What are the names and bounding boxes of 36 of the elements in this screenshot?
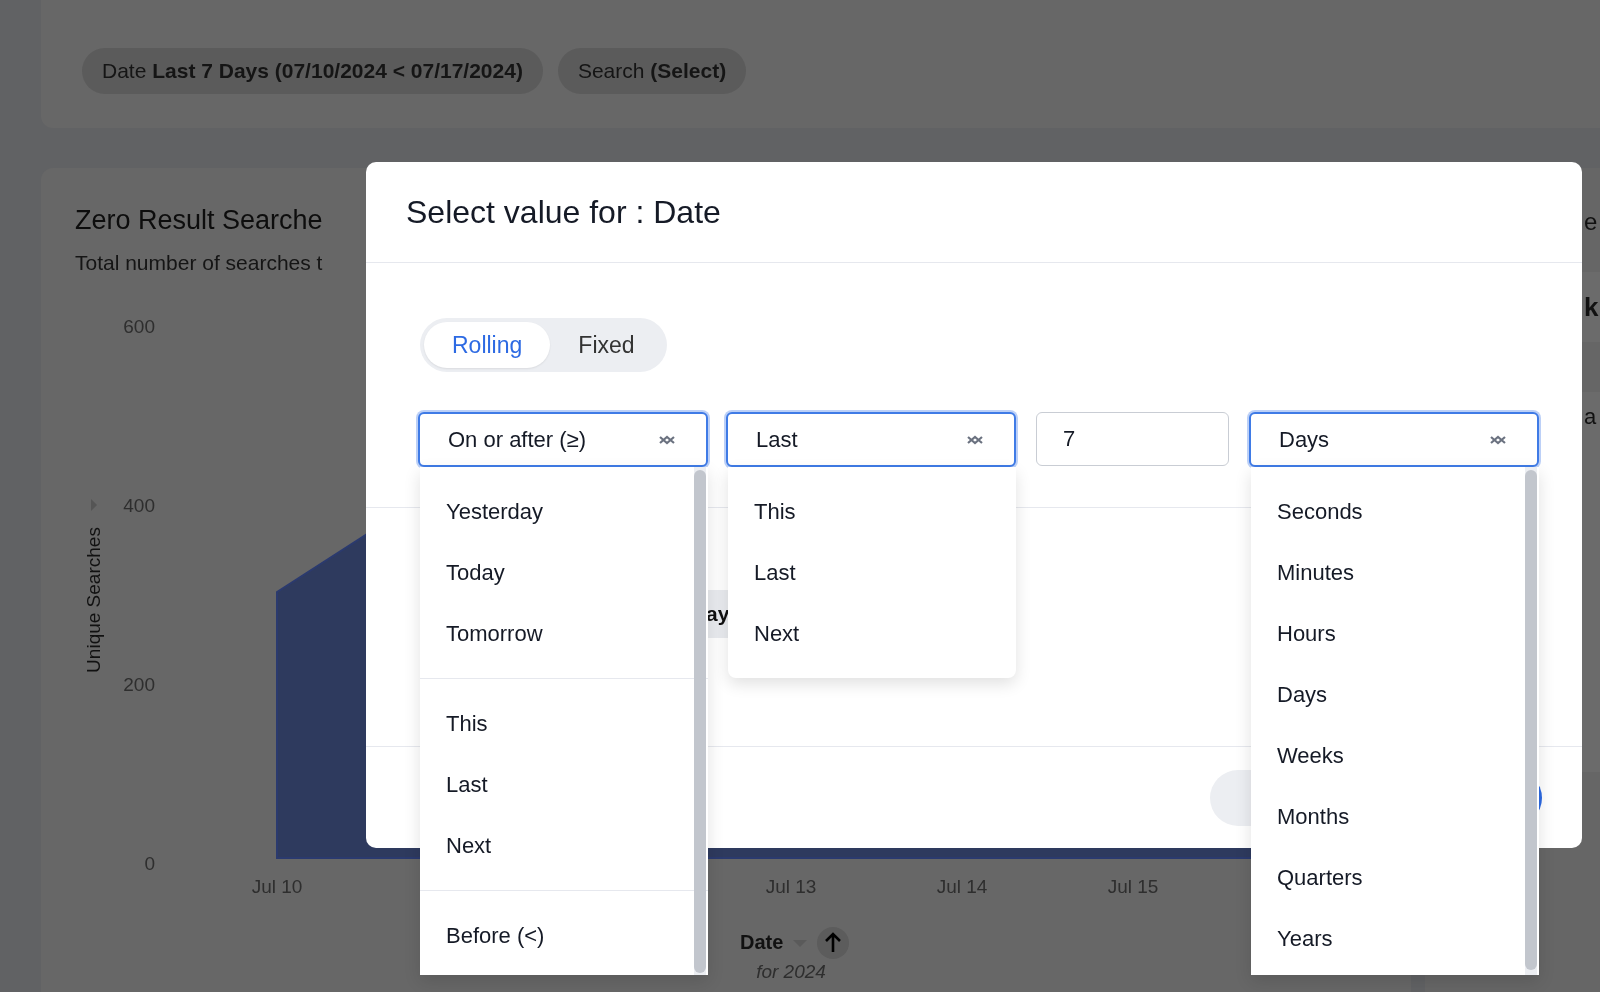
dropdown-option[interactable]: This bbox=[420, 693, 708, 754]
card-subtitle: Total number of searches t bbox=[75, 250, 323, 276]
x-tick-label: Jul 15 bbox=[1107, 876, 1159, 897]
dropdown-option[interactable]: Weeks bbox=[1251, 725, 1539, 786]
mode-tab[interactable]: Fixed bbox=[550, 322, 663, 368]
dropdown-option[interactable]: This bbox=[728, 481, 1016, 542]
dropdown-option[interactable]: Yesterday bbox=[420, 481, 708, 542]
y-tick-label: 200 bbox=[123, 674, 155, 695]
mode-tab[interactable]: Rolling bbox=[424, 322, 551, 368]
select-field[interactable]: On or after (≥) bbox=[418, 412, 708, 467]
dropdown-option[interactable]: Months bbox=[1251, 786, 1539, 847]
stat-value: k bbox=[1584, 291, 1599, 323]
x-tick-label: Jul 14 bbox=[936, 876, 988, 897]
dropdown-option[interactable]: Last bbox=[420, 754, 708, 815]
dropdown-option[interactable]: Quarters bbox=[1251, 847, 1539, 908]
dropdown-option[interactable]: Minutes bbox=[1251, 542, 1539, 603]
select-field[interactable]: Last bbox=[726, 412, 1016, 467]
dropdown-option[interactable]: Years bbox=[1251, 908, 1539, 969]
y-tick-label: 600 bbox=[123, 316, 155, 337]
stat-label: a bbox=[1584, 404, 1598, 430]
x-tick-label: Jul 10 bbox=[251, 876, 303, 897]
x-tick-label: Jul 13 bbox=[765, 876, 817, 897]
number-field[interactable]: 7 bbox=[1036, 412, 1229, 466]
card-title: e bbox=[1584, 207, 1599, 237]
dropdown-option[interactable]: Next bbox=[420, 815, 708, 876]
card-title: Zero Result Searche bbox=[75, 204, 323, 237]
dropdown-option[interactable]: Before (<) bbox=[420, 905, 708, 966]
select-field[interactable]: Days bbox=[1249, 412, 1539, 467]
x-axis-subtitle: for 2024 bbox=[756, 961, 826, 982]
y-tick-label: 400 bbox=[123, 495, 155, 516]
dropdown-option[interactable]: Hours bbox=[1251, 603, 1539, 664]
y-tick-label: 0 bbox=[144, 853, 155, 874]
y-axis-title: Unique Searches bbox=[83, 527, 104, 673]
dropdown-option[interactable]: Seconds bbox=[1251, 481, 1539, 542]
dropdown-option[interactable]: Days bbox=[1251, 664, 1539, 725]
dialog-title: Select value for : Date bbox=[406, 193, 721, 231]
